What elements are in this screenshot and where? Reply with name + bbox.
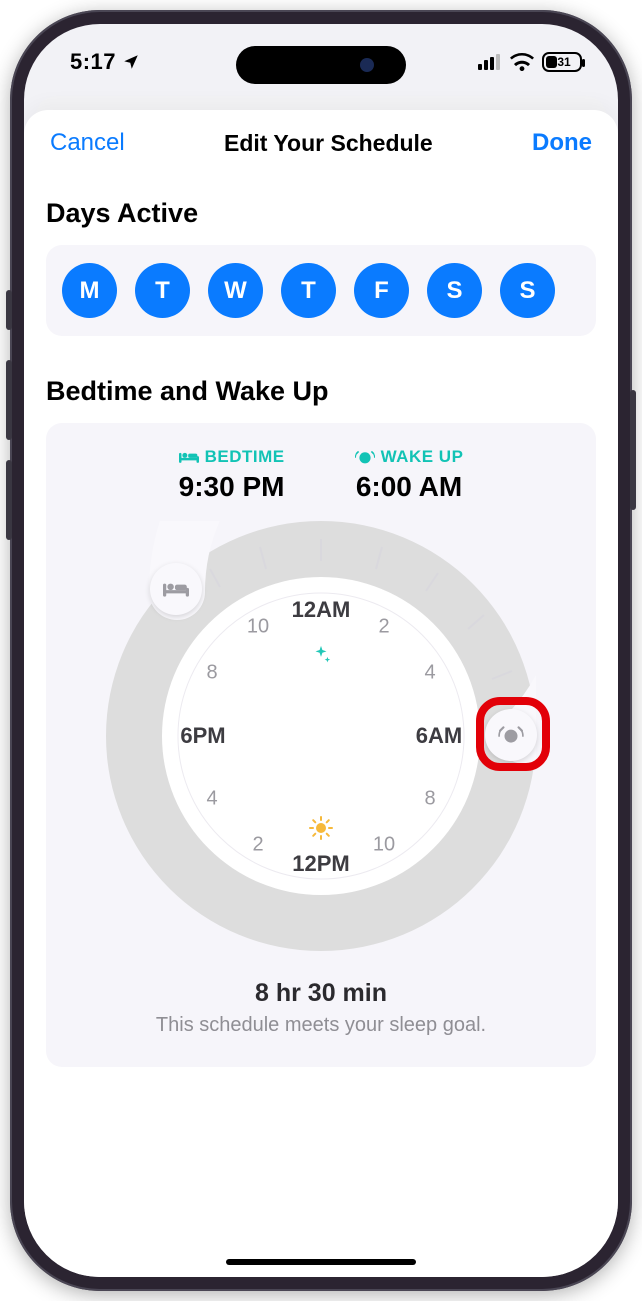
day-wednesday[interactable]: W <box>208 263 263 318</box>
day-saturday[interactable]: S <box>427 263 482 318</box>
wakeup-value: 6:00 AM <box>355 471 464 503</box>
wifi-icon <box>510 53 534 71</box>
battery-percent: 31 <box>546 55 582 69</box>
volume-up-button <box>6 360 12 440</box>
day-friday[interactable]: F <box>354 263 409 318</box>
cancel-button[interactable]: Cancel <box>50 129 125 157</box>
dynamic-island <box>236 46 406 84</box>
day-sunday[interactable]: S <box>500 263 555 318</box>
bedtime-title: Bedtime and Wake Up <box>46 376 596 407</box>
days-active-title: Days Active <box>46 198 596 229</box>
duration-text: 8 hr 30 min <box>56 979 586 1008</box>
sleep-card: BEDTIME 9:30 PM WAKE UP 6:00 AM <box>46 423 596 1067</box>
goal-text: This schedule meets your sleep goal. <box>56 1014 586 1037</box>
alarm-icon <box>355 449 375 465</box>
clock-face: 12AM 2 4 6AM 8 10 12PM 2 4 6PM 8 <box>182 597 460 875</box>
screen: 5:17 31 Cancel Edit Your Schedule Done D… <box>24 24 618 1277</box>
clock-text: 5:17 <box>70 49 116 75</box>
location-icon <box>122 53 140 71</box>
tick-ring <box>174 589 468 883</box>
wakeup-label: WAKE UP <box>381 447 464 467</box>
bedtime-handle[interactable] <box>150 563 202 615</box>
sleep-dial[interactable]: 12AM 2 4 6AM 8 10 12PM 2 4 6PM 8 <box>106 521 536 951</box>
bed-icon <box>179 450 199 464</box>
battery-icon: 31 <box>542 52 582 72</box>
power-button <box>630 390 636 510</box>
day-thursday[interactable]: T <box>281 263 336 318</box>
sheet-header: Cancel Edit Your Schedule Done <box>24 110 618 176</box>
day-tuesday[interactable]: T <box>135 263 190 318</box>
home-indicator[interactable] <box>226 1259 416 1265</box>
phone-frame: 5:17 31 Cancel Edit Your Schedule Done D… <box>10 10 632 1291</box>
bedtime-column: BEDTIME 9:30 PM <box>179 447 285 503</box>
wakeup-handle[interactable] <box>485 709 537 761</box>
done-button[interactable]: Done <box>532 129 592 157</box>
wakeup-column: WAKE UP 6:00 AM <box>355 447 464 503</box>
page-title: Edit Your Schedule <box>224 130 433 157</box>
days-active-card: M T W T F S S <box>46 245 596 336</box>
modal-sheet: Cancel Edit Your Schedule Done Days Acti… <box>24 110 618 1277</box>
side-button <box>6 290 12 330</box>
volume-down-button <box>6 460 12 540</box>
bedtime-label: BEDTIME <box>205 447 285 467</box>
cellular-icon <box>478 54 502 70</box>
bedtime-value: 9:30 PM <box>179 471 285 503</box>
day-monday[interactable]: M <box>62 263 117 318</box>
status-time: 5:17 <box>70 49 140 75</box>
duration-summary: 8 hr 30 min This schedule meets your sle… <box>56 979 586 1037</box>
